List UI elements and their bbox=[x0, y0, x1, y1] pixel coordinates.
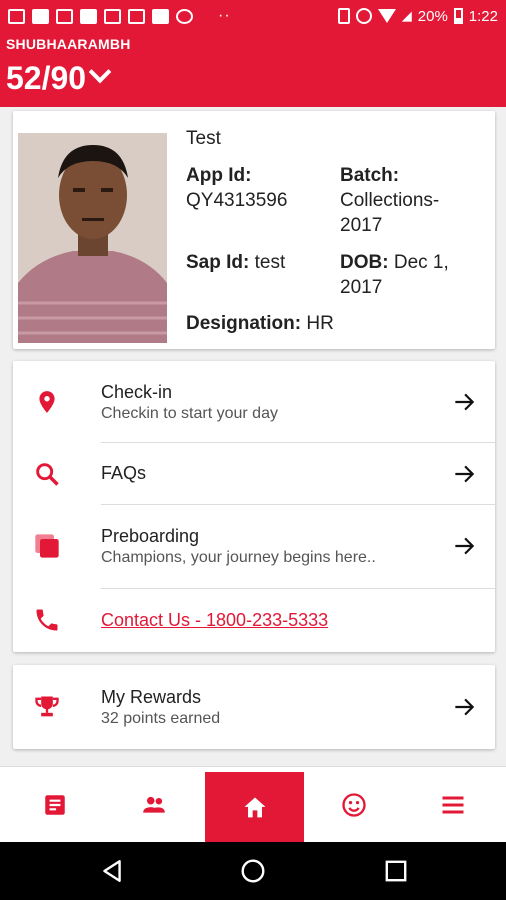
contact-row: Contact Us - 1800-233-5333 bbox=[13, 588, 495, 652]
battery-icon bbox=[453, 8, 463, 24]
alarm-icon bbox=[355, 8, 372, 24]
progress-dropdown[interactable]: 52/90 bbox=[6, 60, 112, 97]
sap-id-value: test bbox=[254, 252, 286, 273]
arrow-right-icon bbox=[455, 465, 475, 482]
arrow-right-icon bbox=[455, 537, 475, 555]
batch-value: Collections- bbox=[340, 190, 440, 211]
app-id-value: QY4313596 bbox=[186, 190, 288, 211]
document-icon bbox=[44, 795, 65, 815]
sap-id-label: Sap Id: bbox=[186, 252, 250, 273]
smiley-icon bbox=[341, 793, 366, 817]
arrow-right-icon bbox=[455, 393, 475, 411]
faqs-row[interactable]: FAQs bbox=[13, 443, 495, 504]
contact-us-link[interactable]: Contact Us - 1800-233-5333 bbox=[101, 610, 328, 630]
rewards-text: My Rewards 32 points earned bbox=[101, 687, 220, 728]
dob-value-year: 2017 bbox=[340, 277, 383, 298]
rewards-card[interactable]: My Rewards 32 points earned bbox=[13, 665, 495, 749]
signal-icon: ◢ bbox=[401, 8, 412, 23]
batch-label: Batch: bbox=[340, 165, 400, 186]
menu-card: Check-in Checkin to start your day FAQs … bbox=[13, 361, 495, 652]
sap-id-field: Sap Id: test bbox=[186, 250, 285, 275]
bottom-navigation bbox=[0, 766, 506, 843]
stack-icon bbox=[33, 532, 61, 560]
status-bar: ·· ◢ 20% 1:22 bbox=[0, 0, 506, 32]
search-icon bbox=[33, 460, 61, 488]
notification-icon bbox=[56, 8, 73, 24]
recents-icon[interactable] bbox=[383, 858, 409, 884]
preboarding-row[interactable]: Preboarding Champions, your journey begi… bbox=[13, 504, 495, 588]
dob-label: DOB: bbox=[340, 252, 389, 273]
nav-menu[interactable] bbox=[403, 767, 502, 843]
notification-icon bbox=[32, 8, 49, 24]
vibrate-icon bbox=[337, 8, 350, 24]
nav-documents[interactable] bbox=[5, 767, 104, 843]
rewards-row[interactable]: My Rewards 32 points earned bbox=[13, 665, 495, 749]
faqs-label: FAQs bbox=[101, 463, 147, 483]
rewards-subtitle: 32 points earned bbox=[101, 709, 221, 727]
checkin-text: Check-in Checkin to start your day bbox=[101, 382, 278, 423]
mail-icon bbox=[104, 8, 121, 24]
progress-count: 52/90 bbox=[6, 60, 87, 96]
dob-field: DOB: Dec 1, 2017 bbox=[340, 250, 449, 300]
notification-icon bbox=[80, 8, 97, 24]
profile-name: Test bbox=[186, 128, 221, 149]
clock: 1:22 bbox=[468, 7, 498, 25]
preboarding-label: Preboarding bbox=[101, 525, 200, 546]
notification-icons: ·· bbox=[8, 7, 231, 25]
whatsapp-icon bbox=[176, 8, 193, 24]
app-header: ·· ◢ 20% 1:22 SHUBHAARAMBH 52/90 bbox=[0, 0, 506, 107]
dob-value: Dec 1, bbox=[393, 252, 449, 273]
faqs-text: FAQs bbox=[101, 463, 146, 484]
arrow-right-icon bbox=[455, 698, 475, 716]
profile-photo bbox=[18, 133, 167, 343]
home-icon bbox=[244, 797, 265, 817]
app-title: SHUBHAARAMBH bbox=[6, 36, 131, 52]
checkin-row[interactable]: Check-in Checkin to start your day bbox=[13, 361, 495, 443]
checkin-label: Check-in bbox=[101, 381, 173, 402]
designation-field: Designation: HR bbox=[186, 311, 334, 336]
location-pin-icon bbox=[33, 388, 61, 416]
system-navigation-bar bbox=[0, 842, 506, 900]
chevron-down-icon bbox=[88, 60, 112, 83]
phone-icon bbox=[33, 606, 61, 634]
people-icon bbox=[142, 796, 165, 813]
nav-people[interactable] bbox=[104, 767, 203, 843]
nav-home[interactable] bbox=[205, 772, 304, 843]
designation-label: Designation: bbox=[186, 313, 302, 334]
app-id-label: App Id: bbox=[186, 165, 252, 186]
preboarding-subtitle: Champions, your journey begins here.. bbox=[101, 548, 376, 566]
back-icon[interactable] bbox=[99, 858, 125, 884]
app-id-field: App Id: QY4313596 bbox=[186, 163, 287, 213]
checkin-subtitle: Checkin to start your day bbox=[101, 404, 278, 422]
notification-icon bbox=[8, 8, 25, 24]
trophy-icon bbox=[33, 693, 61, 721]
image-icon bbox=[152, 8, 169, 24]
nav-feedback[interactable] bbox=[304, 767, 403, 843]
batch-field: Batch: Collections- 2017 bbox=[340, 163, 439, 238]
contact-text: Contact Us - 1800-233-5333 bbox=[101, 610, 328, 631]
menu-icon bbox=[442, 796, 463, 814]
batch-value-year: 2017 bbox=[340, 215, 383, 236]
home-circle-icon[interactable] bbox=[240, 858, 266, 884]
profile-card: Test App Id: QY4313596 Batch: Collection… bbox=[13, 111, 495, 349]
mail-icon bbox=[128, 8, 145, 24]
more-notifications-icon: ·· bbox=[218, 7, 231, 24]
preboarding-text: Preboarding Champions, your journey begi… bbox=[101, 526, 376, 567]
battery-percent: 20% bbox=[417, 7, 448, 25]
designation-value: HR bbox=[306, 313, 334, 334]
rewards-label: My Rewards bbox=[101, 686, 202, 707]
wifi-icon bbox=[377, 9, 396, 23]
